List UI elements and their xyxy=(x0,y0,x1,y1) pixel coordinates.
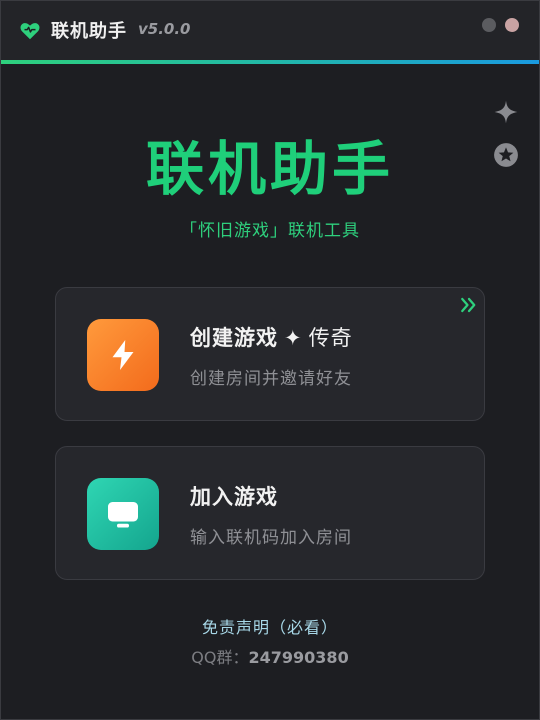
title-bar[interactable]: 联机助手 v5.0.0 xyxy=(1,1,539,60)
disclaimer-link[interactable]: 免责声明（必看） xyxy=(1,614,539,638)
close-button[interactable] xyxy=(505,18,519,32)
join-game-icon-tile xyxy=(87,478,159,550)
join-game-description: 输入联机码加入房间 xyxy=(190,528,352,548)
create-game-card[interactable]: 创建游戏 ✦ 传奇 创建房间并邀请好友 xyxy=(55,287,485,421)
app-version: v5.0.0 xyxy=(138,20,191,38)
qq-group-label: QQ群： xyxy=(191,648,249,667)
accent-divider xyxy=(1,60,539,64)
create-game-label: 创建游戏 xyxy=(190,326,278,350)
heart-icon xyxy=(20,23,40,40)
join-game-card[interactable]: 加入游戏 输入联机码加入房间 xyxy=(55,446,485,580)
qq-group-number[interactable]: 247990380 xyxy=(249,648,349,667)
join-game-title: 加入游戏 xyxy=(190,485,278,509)
sparkle-icon[interactable] xyxy=(493,99,519,125)
create-game-title: 创建游戏 ✦ 传奇 xyxy=(190,322,353,352)
hero-subtitle: 「怀旧游戏」联机工具 xyxy=(180,221,360,241)
qq-group-info: QQ群：247990380 xyxy=(1,644,539,668)
create-game-description: 创建房间并邀请好友 xyxy=(190,369,352,389)
hero-title: 联机助手 xyxy=(145,135,394,203)
monitor-icon xyxy=(108,502,138,528)
lightning-icon xyxy=(112,340,134,370)
minimize-button[interactable] xyxy=(482,18,496,32)
game-name-label: 传奇 xyxy=(308,326,353,350)
app-title: 联机助手 xyxy=(51,21,127,42)
double-chevron-right-icon xyxy=(461,297,476,313)
app-window: 联机助手 v5.0.0 联机助手 「怀旧游戏」联机工具 创建游戏 ✦ 传奇 创建房间… xyxy=(0,0,540,720)
create-game-icon-tile xyxy=(87,319,159,391)
sparkle-separator-icon: ✦ xyxy=(284,326,303,350)
